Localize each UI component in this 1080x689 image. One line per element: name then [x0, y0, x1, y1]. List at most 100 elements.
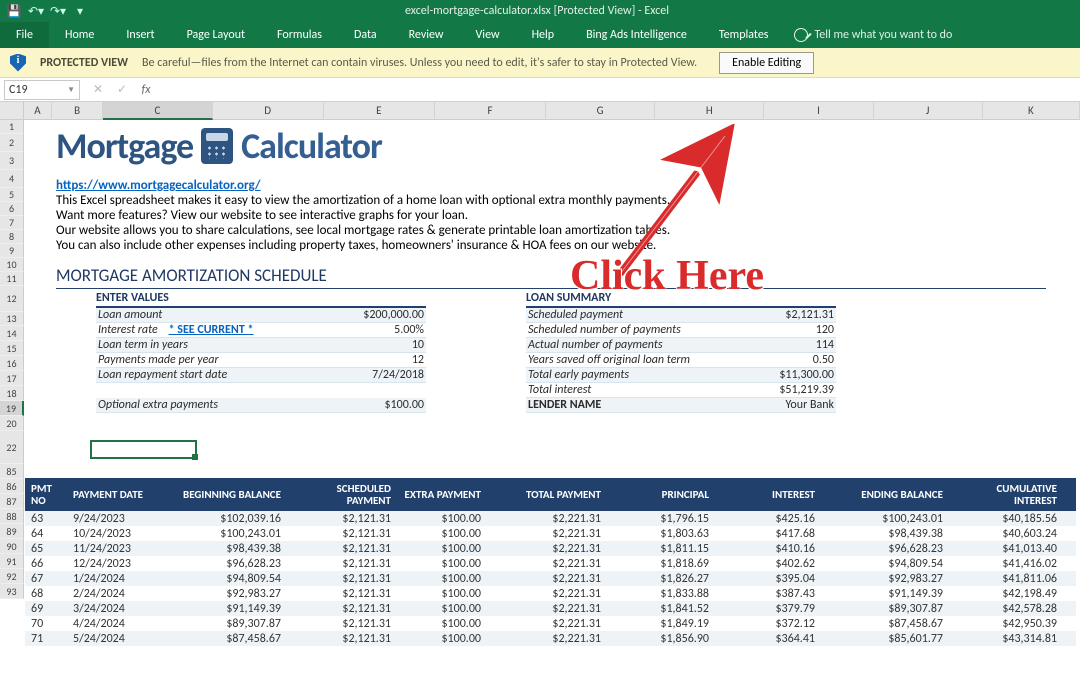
tab-view[interactable]: View: [460, 22, 516, 48]
table-row[interactable]: 639/24/2023$102,039.16$2,121.31$100.00$2…: [25, 511, 1076, 526]
titlebar: 💾 ↶▾ ↷▾ ▾ excel-mortgage-calculator.xlsx…: [0, 0, 1080, 22]
row-header-12[interactable]: 12: [0, 286, 24, 312]
table-row[interactable]: 6612/24/2023$96,628.23$2,121.31$100.00$2…: [25, 556, 1076, 571]
save-icon[interactable]: 💾: [4, 1, 24, 21]
website-url-link[interactable]: https://www.mortgagecalculator.org/: [56, 178, 1070, 193]
column-header-A[interactable]: A: [24, 102, 52, 120]
cancel-icon[interactable]: ✕: [86, 82, 110, 97]
table-row[interactable]: 693/24/2024$91,149.39$2,121.31$100.00$2,…: [25, 601, 1076, 616]
column-header-J[interactable]: J: [874, 102, 983, 120]
row-header-1[interactable]: 1: [0, 120, 24, 134]
chevron-down-icon[interactable]: ▼: [67, 85, 75, 95]
total-early-payments-row: Total early payments$11,300.00: [526, 368, 836, 383]
row-header-9[interactable]: 9: [0, 244, 24, 258]
confirm-icon[interactable]: ✓: [110, 82, 134, 97]
tell-me-search[interactable]: Tell me what you want to do: [784, 22, 962, 48]
row-header-14[interactable]: 14: [0, 326, 24, 341]
lightbulb-icon: [794, 28, 808, 42]
table-row[interactable]: 715/24/2024$87,458.67$2,121.31$100.00$2,…: [25, 631, 1076, 646]
table-row[interactable]: 682/24/2024$92,983.27$2,121.31$100.00$2,…: [25, 586, 1076, 601]
undo-icon[interactable]: ↶▾: [26, 1, 46, 21]
row-header-86[interactable]: 86: [0, 479, 24, 494]
start-date-row[interactable]: Loan repayment start date7/24/2018: [96, 368, 426, 383]
tab-help[interactable]: Help: [516, 22, 571, 48]
table-row[interactable]: 6410/24/2023$100,243.01$2,121.31$100.00$…: [25, 526, 1076, 541]
table-row[interactable]: 6511/24/2023$98,439.38$2,121.31$100.00$2…: [25, 541, 1076, 556]
window-title: excel-mortgage-calculator.xlsx [Protecte…: [94, 4, 980, 18]
spreadsheet-grid[interactable]: ABCDEFGHIJK 1234567891011121314151617181…: [0, 102, 1080, 689]
row-header-13[interactable]: 13: [0, 312, 24, 326]
amortization-table: PMT NO PAYMENT DATE BEGINNING BALANCE SC…: [25, 478, 1076, 646]
loan-amount-row[interactable]: Loan amount$200,000.00: [96, 308, 426, 323]
row-header-8[interactable]: 8: [0, 230, 24, 244]
interest-rate-row[interactable]: Interest rate * SEE CURRENT *5.00%: [96, 323, 426, 338]
column-header-C[interactable]: C: [103, 102, 212, 120]
table-row[interactable]: 704/24/2024$89,307.87$2,121.31$100.00$2,…: [25, 616, 1076, 631]
fx-icon[interactable]: fx: [134, 83, 158, 97]
column-header-G[interactable]: G: [546, 102, 655, 120]
formula-input[interactable]: [158, 80, 1080, 100]
column-header-E[interactable]: E: [324, 102, 435, 120]
actual-num-payments-row: Actual number of payments114: [526, 338, 836, 353]
column-header-I[interactable]: I: [764, 102, 873, 120]
row-header-3[interactable]: 3: [0, 152, 24, 170]
qat-dropdown-icon[interactable]: ▾: [70, 1, 90, 21]
redo-icon[interactable]: ↷▾: [48, 1, 68, 21]
logo-word-2: Calculator: [241, 124, 382, 168]
row-header-18[interactable]: 18: [0, 386, 24, 401]
row-header-22[interactable]: 22: [0, 431, 24, 464]
column-header-K[interactable]: K: [983, 102, 1080, 120]
tell-me-placeholder: Tell me what you want to do: [814, 28, 952, 42]
see-current-link[interactable]: * SEE CURRENT *: [169, 323, 254, 337]
tab-data[interactable]: Data: [338, 22, 393, 48]
tab-templates[interactable]: Templates: [703, 22, 785, 48]
row-header-90[interactable]: 90: [0, 539, 24, 554]
row-header-4[interactable]: 4: [0, 170, 24, 188]
row-header-16[interactable]: 16: [0, 356, 24, 371]
lender-name-row[interactable]: LENDER NAMEYour Bank: [526, 398, 836, 413]
row-header-93[interactable]: 93: [0, 584, 24, 599]
table-row[interactable]: 671/24/2024$94,809.54$2,121.31$100.00$2,…: [25, 571, 1076, 586]
row-header-17[interactable]: 17: [0, 371, 24, 386]
formula-bar: C19 ▼ ✕ ✓ fx: [0, 78, 1080, 102]
tab-insert[interactable]: Insert: [110, 22, 170, 48]
tab-home[interactable]: Home: [49, 22, 110, 48]
row-header-5[interactable]: 5: [0, 188, 24, 202]
tab-page-layout[interactable]: Page Layout: [171, 22, 261, 48]
row-header-2[interactable]: 2: [0, 134, 24, 152]
row-header-10[interactable]: 10: [0, 258, 24, 272]
enable-editing-button[interactable]: Enable Editing: [719, 52, 814, 74]
row-header-85[interactable]: 85: [0, 464, 24, 479]
column-header-H[interactable]: H: [655, 102, 764, 120]
row-header-87[interactable]: 87: [0, 494, 24, 509]
column-header-D[interactable]: D: [213, 102, 324, 120]
sheet-content[interactable]: Mortgage Calculator https://www.mortgage…: [24, 120, 1080, 689]
row-header-7[interactable]: 7: [0, 216, 24, 230]
row-header-15[interactable]: 15: [0, 341, 24, 356]
logo-word-1: Mortgage: [56, 124, 193, 168]
description-line-4: You can also include other expenses incl…: [56, 238, 1070, 253]
extra-payments-row[interactable]: Optional extra payments$100.00: [96, 398, 426, 413]
row-header-91[interactable]: 91: [0, 554, 24, 569]
select-all-corner[interactable]: [0, 102, 24, 120]
tab-file[interactable]: File: [0, 22, 49, 48]
row-header-89[interactable]: 89: [0, 524, 24, 539]
description-line-3: Our website allows you to share calculat…: [56, 223, 1070, 238]
name-box[interactable]: C19 ▼: [4, 80, 80, 100]
scheduled-payment-row: Scheduled payment$2,121.31: [526, 308, 836, 323]
tab-formulas[interactable]: Formulas: [261, 22, 338, 48]
row-header-88[interactable]: 88: [0, 509, 24, 524]
active-cell[interactable]: [92, 442, 195, 457]
payments-per-year-row[interactable]: Payments made per year12: [96, 353, 426, 368]
loan-term-row[interactable]: Loan term in years10: [96, 338, 426, 353]
row-header-20[interactable]: 20: [0, 416, 24, 431]
tab-bing-ads[interactable]: Bing Ads Intelligence: [570, 22, 703, 48]
row-header-19[interactable]: 19: [0, 401, 24, 416]
column-header-B[interactable]: B: [52, 102, 104, 120]
protected-view-bar: PROTECTED VIEW Be careful—files from the…: [0, 48, 1080, 78]
row-header-92[interactable]: 92: [0, 569, 24, 584]
row-header-11[interactable]: 11: [0, 272, 24, 286]
tab-review[interactable]: Review: [393, 22, 460, 48]
column-header-F[interactable]: F: [435, 102, 546, 120]
row-header-6[interactable]: 6: [0, 202, 24, 216]
